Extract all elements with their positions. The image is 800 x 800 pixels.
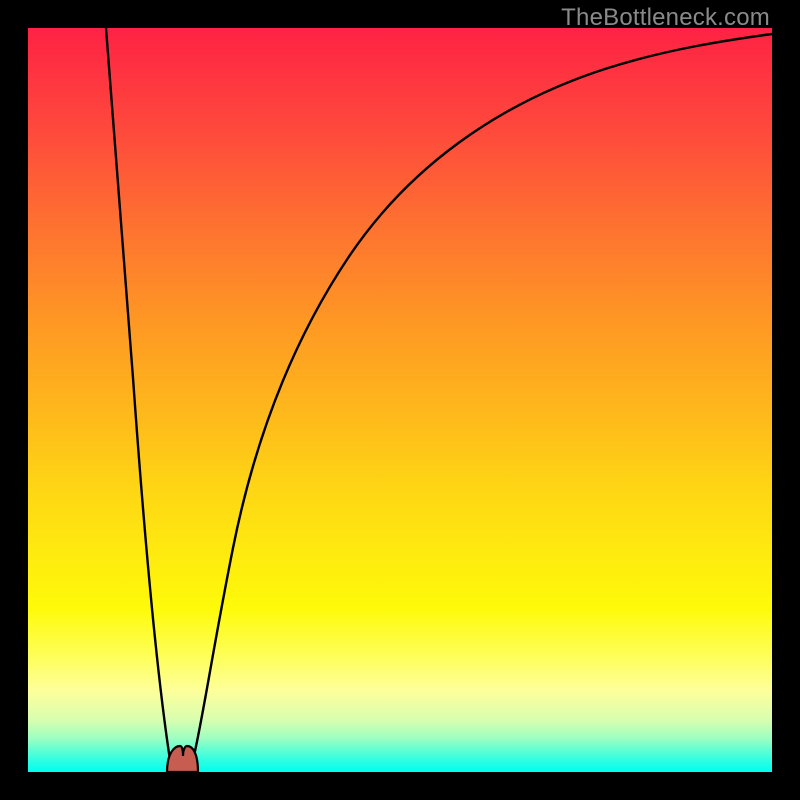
- dip-bump: [167, 746, 198, 772]
- chart-frame: TheBottleneck.com: [0, 0, 800, 800]
- curve-left-branch: [106, 28, 170, 760]
- curve-layer: [28, 28, 772, 772]
- plot-area: [28, 28, 772, 772]
- curve-right-branch: [193, 34, 772, 760]
